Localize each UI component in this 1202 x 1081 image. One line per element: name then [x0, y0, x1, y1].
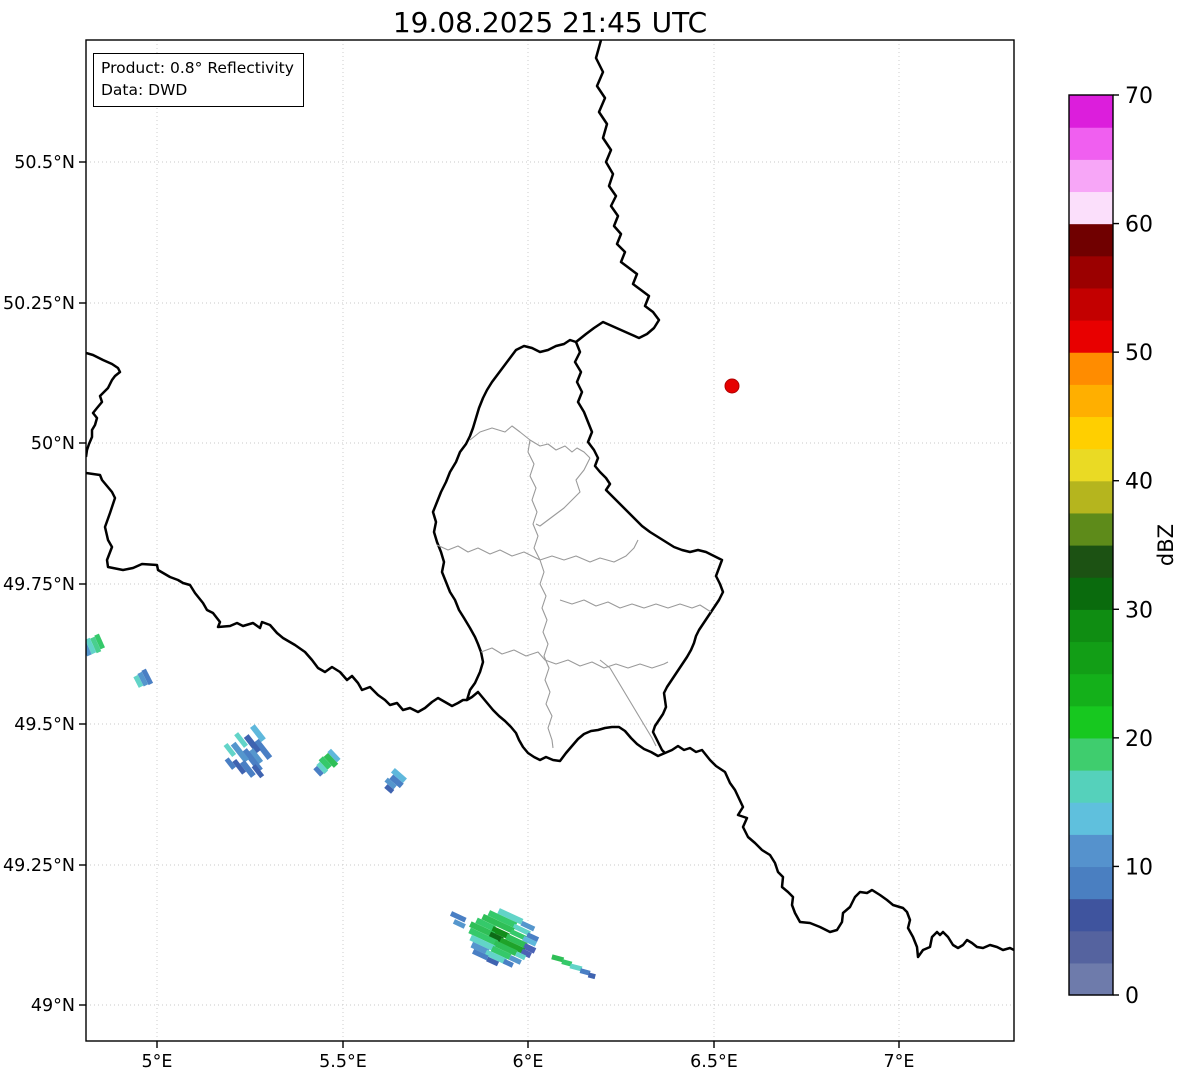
echo-bin: [86, 644, 87, 658]
product-info-box: Product: 0.8° Reflectivity Data: DWD: [93, 53, 304, 107]
colorbar-segment: [1069, 962, 1113, 996]
colorbar-segment: [1069, 320, 1113, 353]
colorbar-tick-label: 60: [1125, 213, 1153, 238]
colorbar-segment: [1069, 127, 1113, 160]
colorbar-tick-label: 50: [1125, 341, 1153, 366]
canton-border: [539, 559, 554, 749]
colorbar-segment: [1069, 930, 1113, 964]
y-tick-label: 49.5°N: [14, 715, 75, 735]
colorbar-segment: [1069, 834, 1113, 868]
canton-border: [480, 647, 669, 669]
colorbar-segment: [1069, 705, 1113, 739]
colorbar-segment: [1069, 352, 1113, 385]
border-belgium-germany: [575, 40, 661, 343]
colorbar-segment: [1069, 223, 1113, 257]
colorbar-segment: [1069, 95, 1113, 128]
canton-border: [535, 457, 591, 527]
colorbar-segment: [1069, 512, 1113, 546]
figure: 19.08.2025 21:45 UTC Product: 0.8° Refle…: [0, 0, 1202, 1081]
colorbar-segment: [1069, 609, 1113, 643]
border-luxembourg: [431, 338, 725, 763]
colorbar-tick-label: 20: [1125, 727, 1153, 752]
x-tick-label: 5°E: [142, 1052, 173, 1072]
colorbar-segment: [1069, 866, 1113, 900]
y-tick-label: 50.5°N: [14, 153, 75, 173]
colorbar-tick-label: 0: [1125, 984, 1139, 1009]
colorbar-tick-label: 70: [1125, 84, 1153, 109]
colorbar-tick-label: 40: [1125, 470, 1153, 495]
colorbar: 0 10 20 30 40 50 60 70 dBZ: [1068, 84, 1178, 1009]
canton-border: [527, 439, 541, 561]
colorbar-segment: [1069, 577, 1113, 610]
border-france-germany: [664, 744, 1014, 959]
product-line: Product: 0.8° Reflectivity: [101, 59, 294, 77]
colorbar-segment: [1069, 770, 1113, 803]
colorbar-tick-label: 30: [1125, 598, 1153, 623]
radar-site-dot: [724, 378, 740, 394]
colorbar-segment: [1069, 898, 1113, 932]
border-france-belgium-upper: [86, 351, 122, 458]
colorbar-segment: [1069, 545, 1113, 578]
colorbar-unit-label: dBZ: [1154, 524, 1178, 566]
y-tick-label: 50°N: [31, 434, 75, 454]
echo-group-cluster-49p5: [223, 724, 273, 779]
colorbar-tick-label: 10: [1125, 855, 1153, 880]
radar-site-marker: [724, 378, 740, 394]
colorbar-segment: [1069, 448, 1113, 482]
luxembourg-canton-borders: [436, 425, 712, 749]
radar-echoes: [86, 633, 596, 980]
y-tick-label: 49.75°N: [3, 575, 75, 595]
colorbar-segment: [1069, 480, 1113, 514]
echo-bin: [587, 972, 596, 980]
colorbar-segment: [1069, 255, 1113, 289]
echo-group-small-blue-streak: [133, 668, 154, 688]
x-axis: 5°E 5.5°E 6°E 6.5°E 7°E: [142, 1041, 915, 1072]
y-tick-label: 49°N: [31, 996, 75, 1016]
echo-group-west-edge-streak: [86, 633, 105, 658]
x-tick-label: 7°E: [884, 1052, 915, 1072]
x-tick-label: 6.5°E: [690, 1052, 738, 1072]
y-tick-label: 49.25°N: [3, 856, 75, 876]
canton-border: [559, 599, 712, 613]
colorbar-segment: [1069, 737, 1113, 771]
x-tick-label: 6°E: [513, 1052, 544, 1072]
colorbar-segment: [1069, 191, 1113, 225]
y-axis: 50.5°N 50.25°N 50°N 49.75°N 49.5°N 49.25°N 49°…: [3, 153, 86, 1016]
radar-map-canvas: 5°E 5.5°E 6°E 6.5°E 7°E 50.5°N 50.25°N 50°N 49.…: [3, 39, 1178, 1072]
echo-group-main-cell: [449, 908, 540, 968]
canton-border: [436, 539, 639, 563]
echo-group-small-cell-southeast: [551, 954, 596, 980]
colorbar-segment: [1069, 802, 1113, 835]
colorbar-segment: [1069, 673, 1113, 707]
colorbar-segment: [1069, 384, 1113, 418]
echo-group-teal-streak: [384, 767, 407, 794]
echo-group-green-streak: [313, 748, 341, 777]
colorbar-segment: [1069, 159, 1113, 193]
colorbar-segment: [1069, 287, 1113, 321]
data-source-line: Data: DWD: [101, 81, 188, 99]
colorbar-segment: [1069, 416, 1113, 450]
x-tick-label: 5.5°E: [319, 1052, 367, 1072]
colorbar-segment: [1069, 641, 1113, 675]
y-tick-label: 50.25°N: [3, 294, 75, 314]
